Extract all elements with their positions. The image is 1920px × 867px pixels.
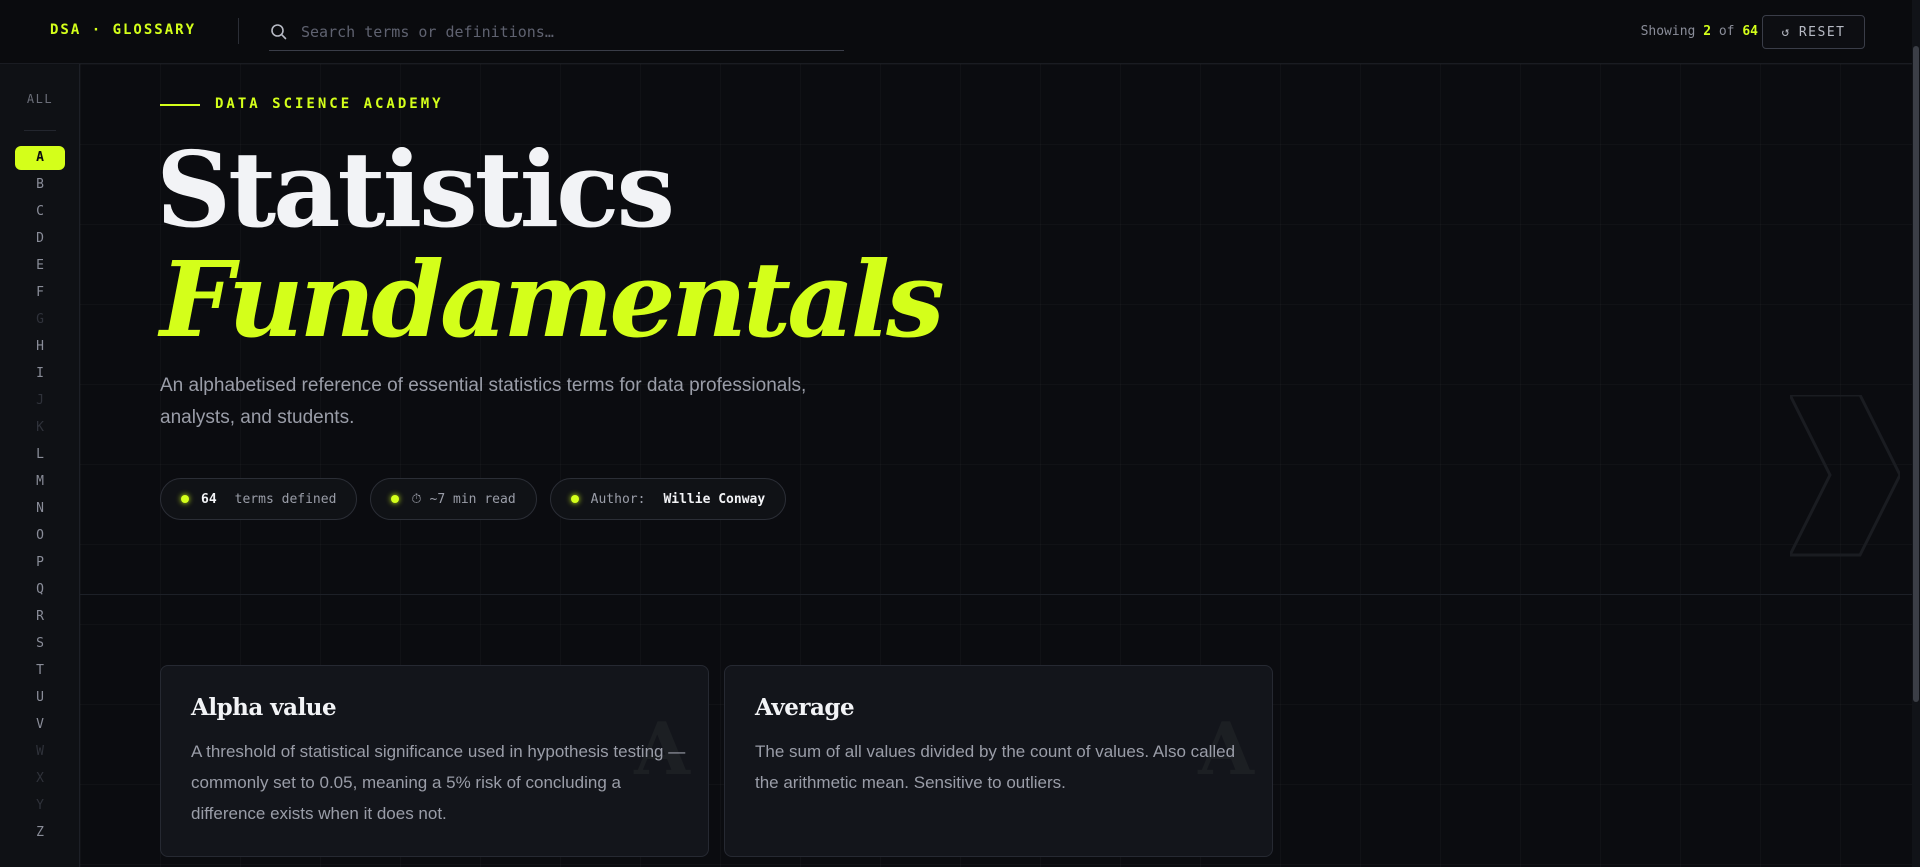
search-icon: [269, 22, 289, 42]
letter-label: T: [36, 663, 44, 678]
top-bar: DSA · GLOSSARY Showing 2 of 64 ↺ RESET: [0, 0, 1920, 64]
sidebar-letter-f[interactable]: F: [0, 279, 80, 306]
letter-label: Z: [36, 825, 44, 840]
letter-label: B: [36, 177, 44, 192]
letter-label: V: [36, 717, 44, 732]
showing-count: 2: [1703, 24, 1712, 39]
letter-label: G: [36, 312, 44, 327]
letter-label: Y: [36, 798, 44, 813]
reset-icon: ↺: [1781, 24, 1791, 40]
terms-count: 64: [201, 491, 217, 507]
terms-label: terms defined: [234, 491, 337, 507]
reset-label: RESET: [1798, 24, 1846, 40]
sidebar-letter-m[interactable]: M: [0, 468, 80, 495]
page-title-line2: Fundamentals: [160, 238, 945, 361]
sidebar-letter-d[interactable]: D: [0, 225, 80, 252]
sidebar-letter-h[interactable]: H: [0, 333, 80, 360]
showing-of: of: [1718, 24, 1735, 39]
letter-label: K: [36, 420, 44, 435]
letter-label: R: [36, 609, 44, 624]
author-pill: Author: Willie Conway: [549, 478, 787, 520]
sidebar-letter-g: G: [0, 306, 80, 333]
sidebar-letter-p[interactable]: P: [0, 549, 80, 576]
section-divider: [80, 594, 1912, 595]
page-title-line1: Statistics: [156, 128, 675, 251]
letter-label: A: [15, 146, 65, 170]
author-label: Author:: [590, 491, 646, 507]
letter-label: I: [36, 366, 44, 381]
status-dot-icon: [391, 495, 400, 503]
letter-label: N: [36, 501, 44, 516]
sidebar-letter-i[interactable]: I: [0, 360, 80, 387]
letter-label: F: [36, 285, 44, 300]
sidebar-letter-c[interactable]: C: [0, 198, 80, 225]
sidebar-letter-l[interactable]: L: [0, 441, 80, 468]
sidebar-letter-z[interactable]: Z: [0, 819, 80, 846]
letter-label: S: [36, 636, 44, 651]
letter-label: L: [36, 447, 44, 462]
letter-label: D: [36, 231, 44, 246]
status-dot-icon: [181, 495, 189, 503]
alphabet-sidebar: ALL ABCDEFGHIJKLMNOPQRSTUVWXYZ: [0, 64, 80, 867]
page-description: An alphabetised reference of essential s…: [160, 375, 807, 428]
status-dot-icon: [570, 495, 579, 503]
author-name: Willie Conway: [663, 491, 766, 507]
brand-logo[interactable]: DSA · GLOSSARY: [50, 22, 196, 38]
term-definition: A threshold of statistical significance …: [191, 742, 686, 823]
letter-label: C: [36, 204, 44, 219]
sidebar-letter-r[interactable]: R: [0, 603, 80, 630]
sidebar-letter-e[interactable]: E: [0, 252, 80, 279]
letter-label: Q: [36, 582, 44, 597]
letter-list: ABCDEFGHIJKLMNOPQRSTUVWXYZ: [0, 144, 80, 846]
showing-prefix: Showing: [1640, 24, 1696, 39]
sidebar-letter-v[interactable]: V: [0, 711, 80, 738]
search-input[interactable]: [301, 16, 831, 47]
letter-label: U: [36, 690, 44, 705]
search-bar: [269, 13, 844, 51]
read-time-label: ~7 min read: [429, 491, 516, 507]
sidebar-letter-q[interactable]: Q: [0, 576, 80, 603]
sidebar-letter-o[interactable]: O: [0, 522, 80, 549]
term-title: Average: [755, 694, 855, 721]
sidebar-letter-j: J: [0, 387, 80, 414]
eyebrow-line: [160, 104, 200, 106]
divider: [238, 18, 239, 44]
decorative-chevron-icon: [1790, 395, 1900, 557]
letter-label: X: [36, 771, 44, 786]
letter-label: H: [36, 339, 44, 354]
sidebar-letter-u[interactable]: U: [0, 684, 80, 711]
scrollbar-thumb[interactable]: [1913, 46, 1919, 702]
sidebar-letter-s[interactable]: S: [0, 630, 80, 657]
term-definition: The sum of all values divided by the cou…: [755, 742, 1236, 792]
read-time-pill: ⏱ ~7 min read: [370, 478, 537, 520]
reset-button[interactable]: ↺ RESET: [1762, 15, 1865, 49]
scrollbar[interactable]: [1912, 0, 1920, 867]
letter-label: M: [36, 474, 44, 489]
letter-label: E: [36, 258, 44, 273]
showing-total: 64: [1742, 24, 1758, 39]
letter-label: J: [36, 393, 44, 408]
results-count: Showing 2 of 64: [1641, 24, 1758, 39]
sidebar-letter-t[interactable]: T: [0, 657, 80, 684]
sidebar-letter-x: X: [0, 765, 80, 792]
sidebar-letter-y: Y: [0, 792, 80, 819]
sidebar-letter-w: W: [0, 738, 80, 765]
sidebar-divider: [24, 130, 56, 131]
term-card[interactable]: A Alpha value A threshold of statistical…: [160, 665, 709, 857]
sidebar-letter-k: K: [0, 414, 80, 441]
eyebrow-label: DATA SCIENCE ACADEMY: [215, 96, 444, 112]
sidebar-letter-n[interactable]: N: [0, 495, 80, 522]
term-title: Alpha value: [191, 694, 337, 721]
sidebar-letter-b[interactable]: B: [0, 171, 80, 198]
sidebar-letter-a[interactable]: A: [0, 144, 80, 171]
letter-label: W: [36, 744, 44, 759]
filter-all[interactable]: ALL: [0, 92, 80, 106]
term-card[interactable]: A Average The sum of all values divided …: [724, 665, 1273, 857]
terms-pill: 64 terms defined: [160, 478, 358, 520]
letter-label: P: [36, 555, 44, 570]
meta-pills: 64 terms defined ⏱ ~7 min read Author: W…: [160, 478, 787, 520]
letter-label: O: [36, 528, 44, 543]
stopwatch-icon: ⏱: [411, 491, 422, 507]
